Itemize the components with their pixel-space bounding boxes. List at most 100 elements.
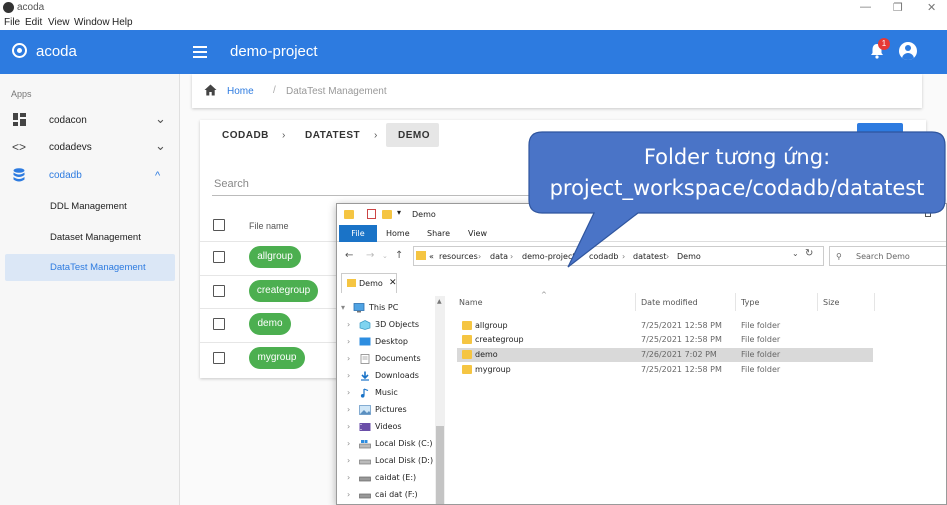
collapsed-arrow-icon[interactable]: › (347, 473, 350, 482)
row-checkbox[interactable] (213, 251, 225, 263)
sidebar-subitem-dataset-management[interactable]: Dataset Management (5, 224, 175, 251)
path-segment-codadb[interactable]: CODADB (222, 130, 269, 141)
row-checkbox[interactable] (213, 285, 225, 297)
sidebar-item-codadevs[interactable]: <> codadevs ⌄ (0, 134, 180, 161)
column-header-size[interactable]: Size (823, 298, 839, 307)
app-name: acoda (36, 43, 77, 60)
menu-view[interactable]: View (48, 17, 70, 28)
nav-item-downloads[interactable]: › Downloads (337, 368, 445, 384)
collapsed-arrow-icon[interactable]: › (347, 439, 350, 448)
explorer-title: Demo (412, 210, 436, 219)
row-checkbox[interactable] (213, 352, 225, 364)
nav-item-local-disk-c[interactable]: › Local Disk (C:) (337, 436, 445, 452)
address-chevron-icon: › (510, 252, 514, 261)
properties-icon[interactable] (367, 209, 376, 219)
ribbon-tab-home[interactable]: Home (386, 229, 410, 238)
column-divider[interactable] (874, 293, 875, 311)
home-icon[interactable] (204, 84, 217, 99)
sidebar-item-codadb[interactable]: codadb ^ (0, 162, 180, 189)
nav-item-label: This PC (369, 303, 399, 312)
nav-item-this-pc[interactable]: ▾ This PC (337, 300, 445, 316)
file-row-allgroup[interactable]: allgroup 7/25/2021 12:58 PM File folder (457, 319, 873, 333)
column-header-date-modified[interactable]: Date modified (641, 298, 698, 307)
app-logo-icon (3, 2, 14, 13)
file-date: 7/25/2021 12:58 PM (641, 365, 722, 374)
collapsed-arrow-icon[interactable]: › (347, 388, 350, 397)
collapsed-arrow-icon[interactable]: › (347, 371, 350, 380)
nav-item-documents[interactable]: › Documents (337, 351, 445, 367)
column-header-type[interactable]: Type (741, 298, 759, 307)
collapsed-arrow-icon[interactable]: › (347, 354, 350, 363)
nav-item-label: Documents (375, 354, 421, 363)
select-all-checkbox[interactable] (213, 219, 225, 231)
file-row-mygroup[interactable]: mygroup 7/25/2021 12:58 PM File folder (457, 363, 873, 377)
menu-edit[interactable]: Edit (25, 17, 42, 28)
close-window-button[interactable]: ✕ (927, 1, 936, 14)
collapsed-arrow-icon[interactable]: › (347, 337, 350, 346)
nav-item-music[interactable]: › Music (337, 385, 445, 401)
collapsed-arrow-icon[interactable]: › (347, 422, 350, 431)
minimize-button[interactable]: — (860, 1, 871, 13)
forward-arrow-icon[interactable]: → (366, 250, 374, 261)
nav-item-local-disk-d[interactable]: › Local Disk (D:) (337, 453, 445, 469)
sidebar-subitem-ddl-management[interactable]: DDL Management (5, 193, 175, 220)
sidebar-subitem-label: DDL Management (50, 201, 127, 212)
file-row-creategroup[interactable]: creategroup 7/25/2021 12:58 PM File fold… (457, 333, 873, 347)
collapsed-arrow-icon[interactable]: › (347, 405, 350, 414)
column-divider[interactable] (635, 293, 636, 311)
nav-item-caidat-e[interactable]: › caidat (E:) (337, 470, 445, 486)
file-name: allgroup (475, 321, 508, 330)
folder-chip-mygroup[interactable]: mygroup (249, 347, 305, 369)
restore-button[interactable]: ❐ (893, 1, 903, 14)
explorer-tab-demo[interactable]: Demo ✕ (341, 273, 397, 293)
folder-chip-allgroup[interactable]: allgroup (249, 246, 301, 268)
quick-access-dropdown-icon[interactable]: ▾ (397, 208, 401, 217)
up-arrow-icon[interactable]: ↑ (395, 250, 403, 261)
address-segment[interactable]: data (490, 252, 508, 261)
scrollbar-thumb[interactable] (436, 426, 444, 504)
folder-chip-creategroup[interactable]: creategroup (249, 280, 318, 302)
menu-file[interactable]: File (4, 17, 20, 28)
sidebar-subitem-datatest-management[interactable]: DataTest Management (5, 254, 175, 281)
close-tab-icon[interactable]: ✕ (389, 278, 397, 288)
file-row-demo[interactable]: demo 7/26/2021 7:02 PM File folder (457, 348, 873, 362)
breadcrumb-home-link[interactable]: Home (227, 86, 254, 97)
nav-item-videos[interactable]: › Videos (337, 419, 445, 435)
nav-item-pictures[interactable]: › Pictures (337, 402, 445, 418)
path-segment-demo[interactable]: DEMO (398, 130, 430, 141)
path-segment-datatest[interactable]: DATATEST (305, 130, 360, 141)
ribbon-tab-file[interactable]: File (339, 225, 377, 242)
sidebar-item-label: codacon (49, 115, 87, 126)
column-divider[interactable] (735, 293, 736, 311)
nav-scrollbar[interactable]: ▲ (435, 296, 445, 504)
user-avatar-icon[interactable] (899, 42, 917, 60)
recent-dropdown-icon[interactable]: ⌄ (382, 252, 388, 260)
back-arrow-icon[interactable]: ← (345, 250, 353, 261)
code-icon: <> (12, 140, 27, 154)
ribbon-tab-share[interactable]: Share (427, 229, 450, 238)
column-divider[interactable] (817, 293, 818, 311)
folder-chip-demo[interactable]: demo (249, 313, 291, 335)
column-header-name[interactable]: Name (459, 298, 483, 307)
ribbon-tab-view[interactable]: View (468, 229, 487, 238)
address-segment[interactable]: resources (439, 252, 478, 261)
address-overflow[interactable]: « (429, 252, 434, 261)
menu-window[interactable]: Window (74, 17, 110, 28)
nav-item-label: Local Disk (D:) (375, 456, 434, 465)
nav-item-cai-dat-f[interactable]: › cai dat (F:) (337, 487, 445, 503)
sidebar-item-codacon[interactable]: codacon ⌄ (0, 107, 180, 134)
menubar: File Edit View Window Help (0, 15, 947, 30)
new-folder-icon[interactable] (382, 210, 392, 219)
dashboard-icon (12, 113, 26, 127)
scroll-up-icon[interactable]: ▲ (437, 298, 442, 305)
collapsed-arrow-icon[interactable]: › (347, 456, 350, 465)
row-checkbox[interactable] (213, 318, 225, 330)
nav-item-desktop[interactable]: › Desktop (337, 334, 445, 350)
expanded-arrow-icon[interactable]: ▾ (341, 303, 345, 312)
nav-item-3d-objects[interactable]: › 3D Objects (337, 317, 445, 333)
menu-help[interactable]: Help (112, 17, 133, 28)
collapsed-arrow-icon[interactable]: › (347, 320, 350, 329)
menu-icon[interactable] (193, 46, 207, 58)
search-input[interactable]: Search (212, 176, 532, 196)
collapsed-arrow-icon[interactable]: › (347, 490, 350, 499)
